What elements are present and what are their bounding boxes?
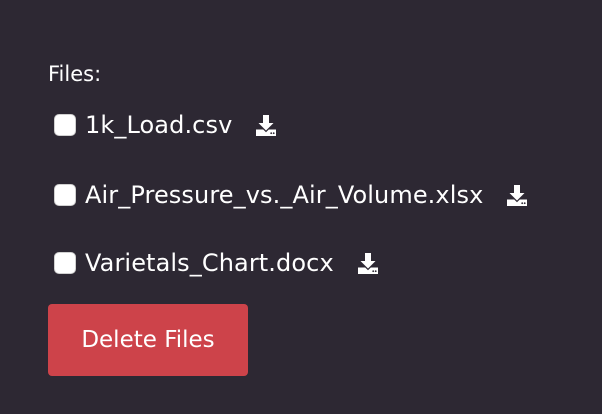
- file-row: 1k_Load.csv: [54, 110, 278, 140]
- files-label: Files:: [48, 62, 102, 86]
- file-name: Air_Pressure_vs._Air_Volume.xlsx: [85, 181, 484, 209]
- file-checkbox[interactable]: [54, 252, 76, 274]
- delete-files-button[interactable]: Delete Files: [48, 304, 248, 376]
- file-name: Varietals_Chart.docx: [85, 249, 334, 277]
- file-checkbox[interactable]: [54, 114, 76, 136]
- files-panel: Files: 1k_Load.csv Air_Pressure_vs._Air_…: [48, 60, 588, 376]
- file-row: Varietals_Chart.docx: [54, 248, 380, 278]
- download-icon[interactable]: [356, 250, 380, 276]
- download-icon[interactable]: [254, 112, 278, 138]
- file-checkbox[interactable]: [54, 184, 76, 206]
- file-name: 1k_Load.csv: [85, 111, 233, 139]
- file-row: Air_Pressure_vs._Air_Volume.xlsx: [54, 180, 529, 210]
- download-icon[interactable]: [505, 182, 529, 208]
